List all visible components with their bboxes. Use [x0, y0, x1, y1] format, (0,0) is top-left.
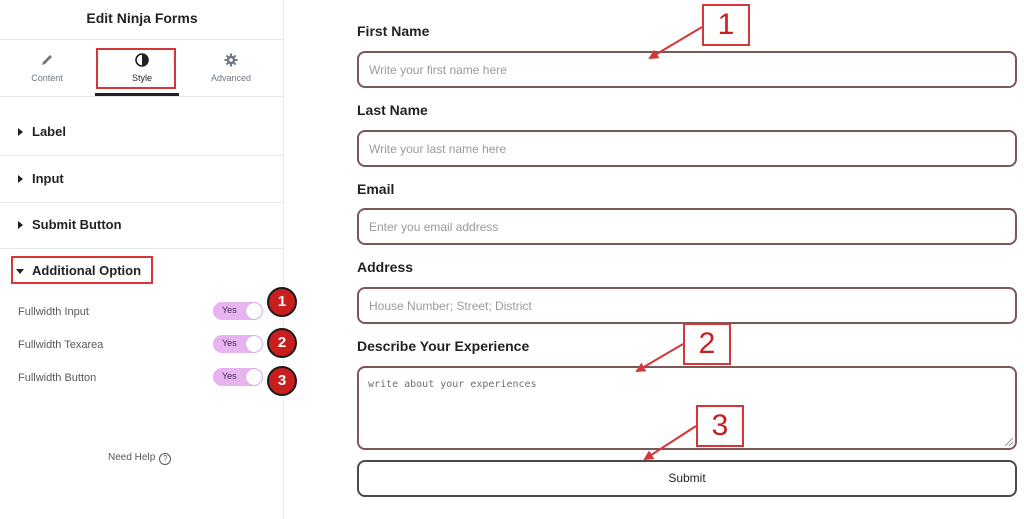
caret-right-icon	[18, 175, 23, 183]
control-fullwidth-textarea: Fullwidth Texarea Yes	[0, 335, 284, 357]
email-label: Email	[357, 181, 395, 197]
number-badge: 2	[267, 328, 297, 358]
control-fullwidth-input: Fullwidth Input Yes	[0, 302, 284, 324]
experience-placeholder: write about your experiences	[368, 379, 537, 390]
section-label-title: Label	[32, 124, 66, 139]
last-name-placeholder: Write your last name here	[369, 142, 507, 156]
resize-handle-icon[interactable]	[1005, 438, 1013, 446]
toggle-state: Yes	[222, 305, 237, 315]
address-input[interactable]: House Number; Street; District	[357, 287, 1017, 324]
pencil-icon	[42, 55, 52, 65]
submit-button[interactable]: Submit	[357, 460, 1017, 497]
toggle-knob	[246, 369, 262, 385]
editor-panel: Edit Ninja Forms Content Style Advanced …	[0, 0, 297, 519]
gear-icon	[224, 53, 238, 67]
section-input[interactable]: Input	[0, 157, 284, 203]
control-fullwidth-button: Fullwidth Button Yes	[0, 368, 284, 390]
annotation-box-2: 2	[683, 323, 731, 365]
last-name-input[interactable]: Write your last name here	[357, 130, 1017, 167]
panel-title: Edit Ninja Forms	[0, 0, 284, 40]
fullwidth-button-toggle[interactable]: Yes	[213, 368, 263, 386]
need-help-link[interactable]: Need Help?	[108, 452, 172, 465]
annotation-box-1: 1	[702, 4, 750, 46]
caret-right-icon	[18, 128, 23, 136]
experience-textarea[interactable]: write about your experiences	[357, 366, 1017, 450]
annotation-box-3: 3	[696, 405, 744, 447]
last-name-label: Last Name	[357, 102, 428, 118]
experience-label: Describe Your Experience	[357, 338, 530, 354]
fullwidth-textarea-toggle[interactable]: Yes	[213, 335, 263, 353]
need-help-label: Need Help	[108, 452, 156, 463]
additional-option-highlight	[11, 256, 153, 284]
control-label: Fullwidth Button	[18, 372, 97, 384]
tab-advanced-label: Advanced	[210, 73, 252, 83]
active-tab-indicator	[95, 93, 179, 96]
tab-content[interactable]: Content	[0, 41, 94, 96]
question-icon: ?	[159, 453, 172, 465]
fullwidth-input-toggle[interactable]: Yes	[213, 302, 263, 320]
toggle-state: Yes	[222, 338, 237, 348]
section-input-title: Input	[32, 171, 64, 186]
email-input[interactable]: Enter you email address	[357, 208, 1017, 245]
toggle-knob	[246, 336, 262, 352]
email-placeholder: Enter you email address	[369, 220, 499, 234]
section-submit-button-title: Submit Button	[32, 217, 122, 232]
toggle-knob	[246, 303, 262, 319]
tab-content-label: Content	[31, 73, 63, 83]
section-submit-button[interactable]: Submit Button	[0, 203, 284, 249]
number-badge: 1	[267, 287, 297, 317]
first-name-placeholder: Write your first name here	[369, 63, 507, 77]
control-label: Fullwidth Texarea	[18, 339, 104, 351]
first-name-input[interactable]: Write your first name here	[357, 51, 1017, 88]
first-name-label: First Name	[357, 23, 430, 39]
address-label: Address	[357, 259, 414, 275]
caret-right-icon	[18, 221, 23, 229]
tab-advanced[interactable]: Advanced	[184, 41, 278, 96]
control-label: Fullwidth Input	[18, 306, 89, 318]
style-tab-highlight	[96, 48, 176, 89]
toggle-state: Yes	[222, 371, 237, 381]
address-placeholder: House Number; Street; District	[369, 299, 532, 313]
number-badge: 3	[267, 366, 297, 396]
section-label[interactable]: Label	[0, 110, 284, 156]
